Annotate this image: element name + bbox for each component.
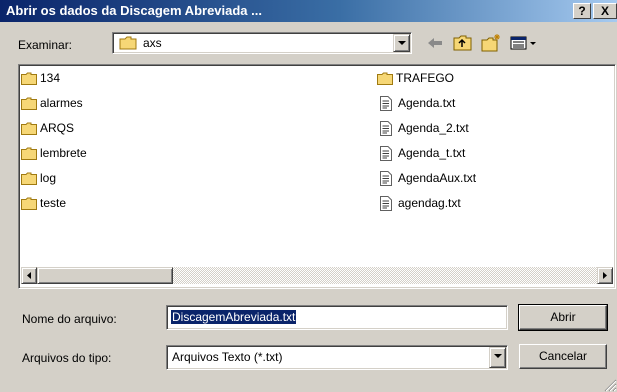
- file-name: log: [40, 171, 57, 185]
- folder-item[interactable]: log: [21, 169, 56, 187]
- open-button-label: Abrir: [550, 310, 576, 324]
- text-file-icon: [380, 120, 392, 136]
- file-name: agendag.txt: [398, 196, 461, 210]
- file-item[interactable]: agendag.txt: [377, 194, 461, 212]
- lookin-combobox[interactable]: axs: [112, 32, 412, 54]
- text-file-icon: [380, 195, 392, 211]
- folder-icon: [21, 122, 37, 135]
- filetype-select[interactable]: Arquivos Texto (*.txt): [166, 345, 508, 370]
- file-name: Agenda.txt: [398, 96, 456, 110]
- filename-value: DiscagemAbreviada.txt: [171, 310, 297, 324]
- file-item[interactable]: Agenda_2.txt: [377, 119, 469, 137]
- folder-icon: [21, 72, 37, 85]
- open-button[interactable]: Abrir: [518, 304, 608, 331]
- file-list[interactable]: 134 alarmes ARQS lembrete log teste TRAFEGO Ag…: [18, 64, 616, 289]
- scroll-right-button[interactable]: [597, 267, 613, 284]
- up-folder-icon[interactable]: [452, 33, 474, 53]
- file-item[interactable]: Agenda.txt: [377, 94, 455, 112]
- file-name: Agenda_2.txt: [398, 121, 469, 135]
- title-bar[interactable]: Abrir os dados da Discagem Abreviada ...…: [0, 0, 617, 22]
- file-name: Agenda_t.txt: [398, 146, 466, 160]
- resize-grip-icon[interactable]: [603, 378, 617, 392]
- scroll-thumb[interactable]: [37, 267, 173, 284]
- file-name: alarmes: [40, 96, 83, 110]
- help-button[interactable]: ?: [573, 3, 591, 19]
- file-name: TRAFEGO: [396, 71, 455, 85]
- close-button[interactable]: X: [593, 3, 617, 19]
- lookin-dropdown-button[interactable]: [393, 34, 410, 52]
- file-name: lembrete: [40, 146, 87, 160]
- back-arrow-icon[interactable]: [424, 33, 446, 53]
- view-menu-icon[interactable]: [508, 33, 538, 53]
- folder-item[interactable]: TRAFEGO: [377, 69, 454, 87]
- window-title: Abrir os dados da Discagem Abreviada ...: [6, 3, 262, 18]
- folder-item[interactable]: lembrete: [21, 144, 87, 162]
- folder-item[interactable]: ARQS: [21, 119, 74, 137]
- file-name: teste: [40, 196, 67, 210]
- folder-item[interactable]: alarmes: [21, 94, 83, 112]
- folder-item[interactable]: teste: [21, 194, 66, 212]
- file-item[interactable]: Agenda_t.txt: [377, 144, 465, 162]
- folder-icon: [377, 72, 393, 85]
- lookin-value: axs: [143, 36, 162, 50]
- arrow-right-icon: [603, 272, 607, 279]
- open-file-dialog: Abrir os dados da Discagem Abreviada ...…: [0, 0, 617, 392]
- cancel-button-label: Cancelar: [538, 349, 588, 363]
- folder-icon: [21, 147, 37, 160]
- folder-icon: [21, 97, 37, 110]
- new-folder-icon[interactable]: [480, 33, 502, 53]
- lookin-label: Examinar:: [18, 38, 73, 52]
- folder-icon: [119, 36, 137, 50]
- filename-input[interactable]: DiscagemAbreviada.txt: [166, 305, 508, 330]
- text-file-icon: [380, 170, 392, 186]
- file-name: 134: [40, 71, 61, 85]
- cancel-button[interactable]: Cancelar: [519, 344, 607, 369]
- filename-label: Nome do arquivo:: [22, 312, 117, 326]
- close-icon: X: [600, 4, 609, 18]
- help-icon: ?: [578, 4, 586, 18]
- file-name: ARQS: [40, 121, 75, 135]
- file-name: AgendaAux.txt: [398, 171, 477, 185]
- folder-item[interactable]: 134: [21, 69, 60, 87]
- scroll-left-button[interactable]: [21, 267, 37, 284]
- filetype-dropdown-button[interactable]: [489, 347, 506, 368]
- text-file-icon: [380, 95, 392, 111]
- filetype-value: Arquivos Texto (*.txt): [172, 350, 283, 364]
- folder-icon: [21, 172, 37, 185]
- filetype-label: Arquivos do tipo:: [22, 351, 112, 365]
- arrow-left-icon: [27, 272, 31, 279]
- text-file-icon: [380, 145, 392, 161]
- folder-icon: [21, 197, 37, 210]
- file-item[interactable]: AgendaAux.txt: [377, 169, 476, 187]
- horizontal-scrollbar[interactable]: [21, 267, 613, 284]
